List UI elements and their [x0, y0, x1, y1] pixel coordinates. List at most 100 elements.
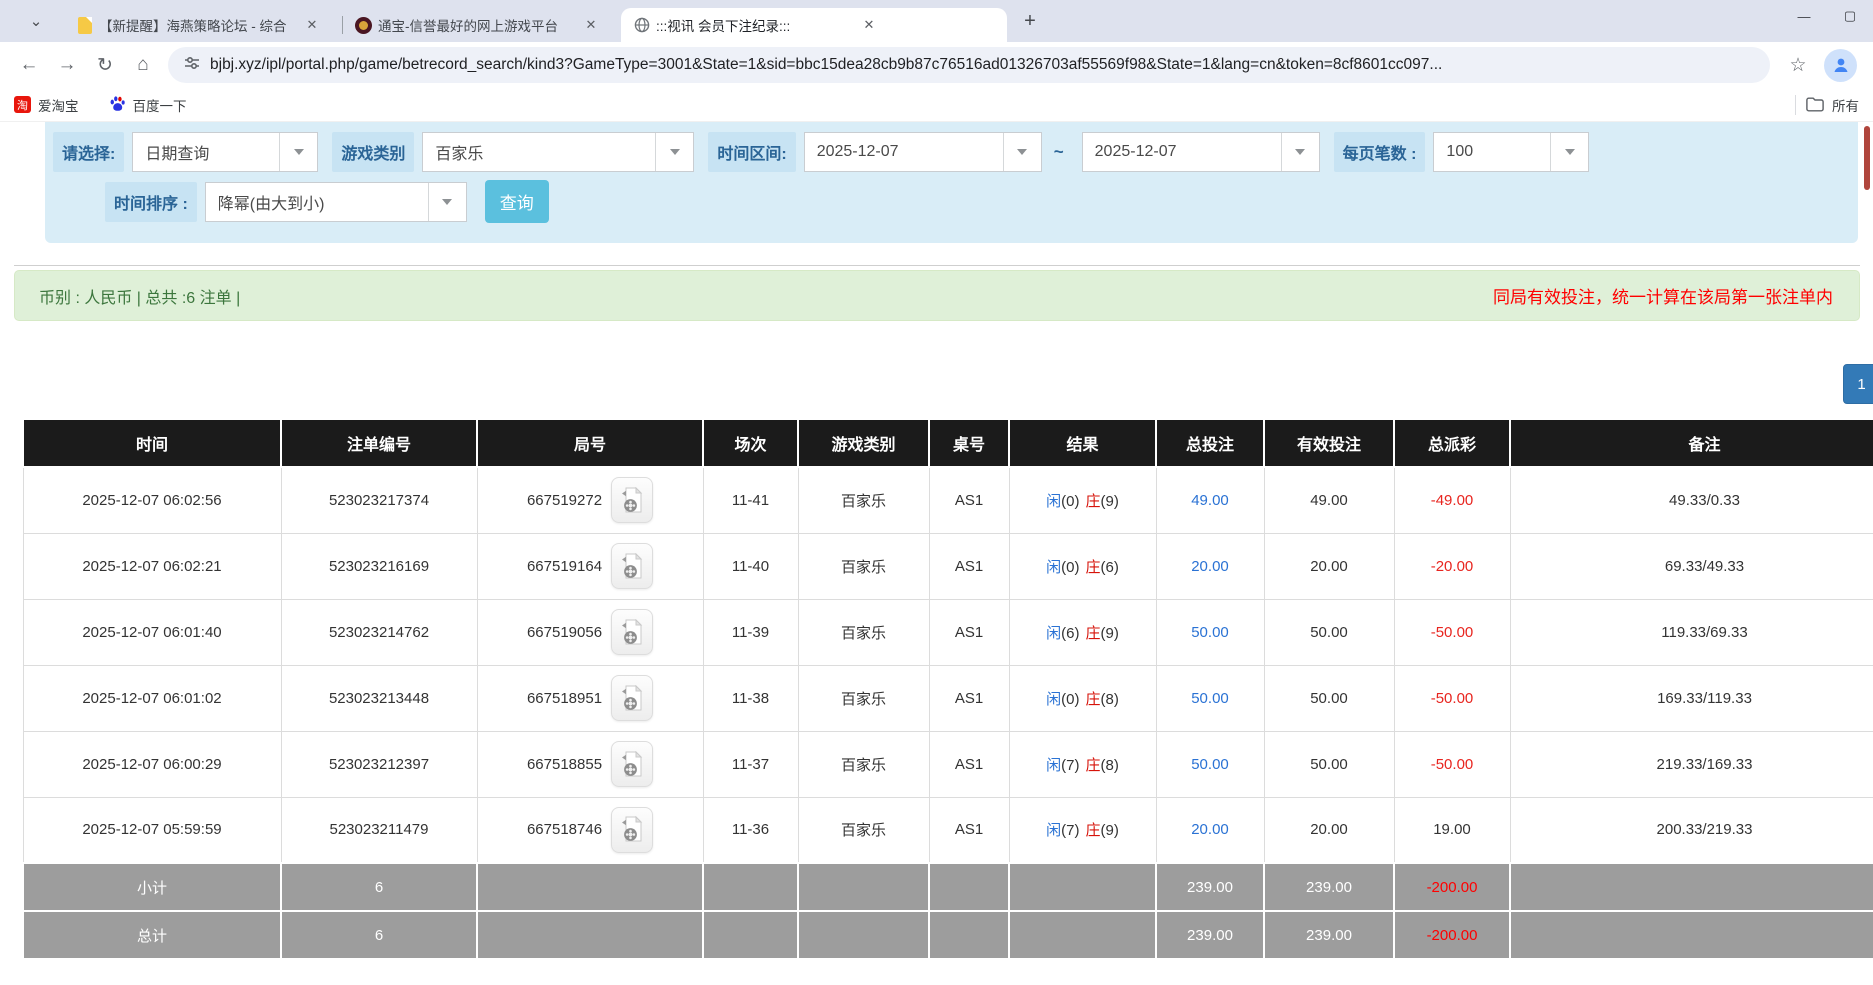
tab-title: 【新提醒】海燕策略论坛 - 综合 [99, 15, 295, 35]
select-type-label: 请选择: [53, 132, 124, 172]
table-row: 2025-12-07 06:02:21 523023216169 6675191… [23, 533, 1873, 599]
player-result: 闲 [1046, 559, 1061, 576]
video-record-button[interactable] [611, 741, 653, 787]
subtotal-label: 小计 [137, 880, 167, 897]
session: 11-37 [732, 756, 769, 773]
remark: 49.33/0.33 [1669, 492, 1740, 509]
bookmark-taobao[interactable]: 淘 爱淘宝 [14, 95, 79, 115]
total-label: 总计 [137, 928, 167, 945]
coin-icon [355, 17, 372, 34]
valid-bet: 50.00 [1310, 624, 1348, 641]
page-size-select[interactable]: 100 [1433, 132, 1589, 172]
bookmark-label: 百度一下 [133, 95, 187, 115]
document-icon [76, 17, 93, 34]
table-no: AS1 [955, 558, 983, 575]
site-settings-icon[interactable] [184, 55, 200, 76]
tab-forum[interactable]: 【新提醒】海燕策略论坛 - 综合 ✕ [64, 8, 342, 42]
total-bet-link[interactable]: 20.00 [1191, 821, 1229, 838]
search-button[interactable]: 查询 [485, 180, 549, 223]
remark: 169.33/119.33 [1657, 690, 1752, 707]
banker-result: 庄 [1086, 822, 1101, 839]
bet-time: 2025-12-07 06:02:56 [82, 492, 221, 509]
address-bar[interactable]: bjbj.xyz/ipl/portal.php/game/betrecord_s… [168, 47, 1770, 83]
col-time: 时间 [23, 419, 281, 467]
home-button[interactable]: ⌂ [124, 46, 162, 84]
globe-icon [633, 17, 650, 34]
col-result: 结果 [1009, 419, 1156, 467]
bookmark-star-icon[interactable]: ☆ [1780, 47, 1816, 83]
total-bet-link[interactable]: 20.00 [1191, 558, 1229, 575]
bookmark-baidu[interactable]: 百度一下 [109, 95, 187, 115]
bet-time: 2025-12-07 06:01:02 [82, 690, 221, 707]
query-type-select[interactable]: 日期查询 [132, 132, 318, 172]
col-session: 场次 [703, 419, 798, 467]
all-bookmarks-button[interactable]: 所有 [1806, 95, 1859, 115]
scrollbar-thumb[interactable] [1864, 126, 1870, 190]
close-icon[interactable]: ✕ [580, 14, 602, 36]
page-size-label: 每页笔数 : [1334, 132, 1426, 172]
session: 11-41 [732, 492, 769, 509]
banker-result: 庄 [1086, 625, 1101, 642]
player-result: 闲 [1046, 757, 1061, 774]
tab-tongbao[interactable]: 通宝-信誉最好的网上游戏平台 ✕ [343, 8, 621, 42]
col-total-bet: 总投注 [1156, 419, 1264, 467]
total-bet-link[interactable]: 50.00 [1191, 624, 1229, 641]
close-icon[interactable]: ✕ [301, 14, 323, 36]
close-icon[interactable]: ✕ [858, 14, 880, 36]
new-tab-button[interactable]: + [1015, 6, 1045, 36]
tab-search-icon[interactable]: ⌄ [22, 7, 50, 35]
remark: 200.33/219.33 [1657, 821, 1753, 838]
table-row: 2025-12-07 06:01:40 523023214762 6675190… [23, 599, 1873, 665]
bookmarks-bar: 淘 爱淘宝 百度一下 所有 [0, 88, 1873, 122]
pagination-page-1[interactable]: 1 [1843, 364, 1873, 404]
maximize-button[interactable]: ▢ [1827, 0, 1873, 32]
table-no: AS1 [955, 492, 983, 509]
bet-time: 2025-12-07 06:02:21 [82, 558, 221, 575]
tab-strip: ⌄ 【新提醒】海燕策略论坛 - 综合 ✕ 通宝-信誉最好的网上游戏平台 ✕ ::… [0, 0, 1873, 42]
all-bookmarks-label: 所有 [1832, 95, 1859, 115]
filter-panel: 请选择: 日期查询 游戏类别 百家乐 时间区间: 2025-12-07 ~ 20 [45, 122, 1858, 243]
remark: 219.33/169.33 [1657, 756, 1753, 773]
round-id: 667519056 [527, 624, 602, 641]
player-result: 闲 [1046, 822, 1061, 839]
forward-button[interactable]: → [48, 46, 86, 84]
video-record-button[interactable] [611, 807, 653, 853]
game-type: 百家乐 [841, 559, 886, 576]
col-remark: 备注 [1510, 419, 1873, 467]
video-record-button[interactable] [611, 543, 653, 589]
total-bet-link[interactable]: 49.00 [1191, 492, 1229, 509]
game-type: 百家乐 [841, 691, 886, 708]
chevron-down-icon [1003, 133, 1041, 171]
payout-value: 19.00 [1433, 821, 1471, 838]
date-to-select[interactable]: 2025-12-07 [1082, 132, 1320, 172]
table-no: AS1 [955, 821, 983, 838]
summary-bar: 币别 : 人民币 | 总共 :6 注单 | 同局有效投注，统一计算在该局第一张注… [14, 270, 1860, 321]
video-record-button[interactable] [611, 675, 653, 721]
table-no: AS1 [955, 624, 983, 641]
chevron-down-icon [655, 133, 693, 171]
col-table-no: 桌号 [929, 419, 1009, 467]
reload-button[interactable]: ↻ [86, 46, 124, 84]
player-result: 闲 [1046, 625, 1061, 642]
col-round-id: 局号 [477, 419, 703, 467]
sort-label: 时间排序 : [105, 182, 197, 222]
video-record-button[interactable] [611, 477, 653, 523]
minimize-button[interactable]: — [1781, 0, 1827, 32]
total-row: 总计 6 239.00 239.00 -200.00 [23, 911, 1873, 959]
session: 11-40 [732, 558, 769, 575]
bet-id: 523023217374 [329, 492, 429, 509]
back-button[interactable]: ← [10, 46, 48, 84]
profile-avatar[interactable] [1824, 49, 1857, 82]
total-bet-link[interactable]: 50.00 [1191, 690, 1229, 707]
valid-bet-notice: 同局有效投注，统一计算在该局第一张注单内 [1493, 283, 1833, 308]
sort-select[interactable]: 降幂(由大到小) [205, 182, 467, 222]
video-record-button[interactable] [611, 609, 653, 655]
game-type-select[interactable]: 百家乐 [422, 132, 694, 172]
total-bet-link[interactable]: 50.00 [1191, 756, 1229, 773]
date-from-select[interactable]: 2025-12-07 [804, 132, 1042, 172]
currency-total-text: 币别 : 人民币 | 总共 :6 注单 | [39, 284, 240, 308]
tab-bet-records-active[interactable]: :::视讯 会员下注纪录::: ✕ [621, 8, 1007, 42]
game-type-label: 游戏类别 [332, 132, 414, 172]
col-game-type: 游戏类别 [798, 419, 929, 467]
banker-result: 庄 [1086, 493, 1101, 510]
